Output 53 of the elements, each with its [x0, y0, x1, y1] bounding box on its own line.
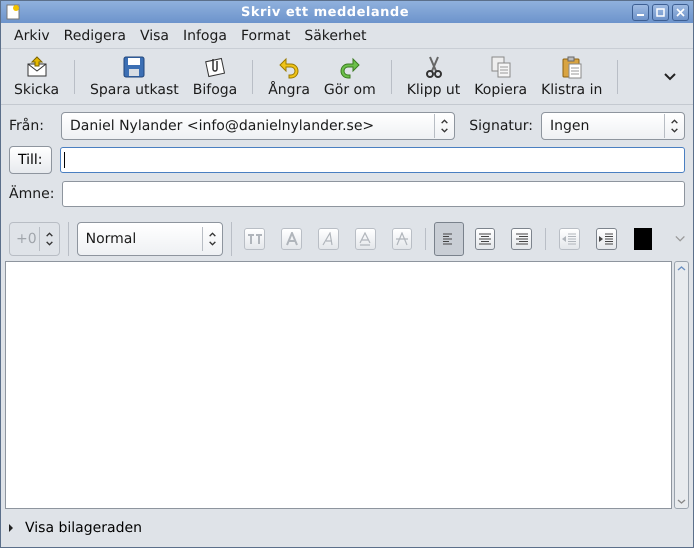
app-icon: [5, 4, 21, 20]
paragraph-dropdown[interactable]: Normal: [76, 222, 223, 256]
outdent-icon: [560, 232, 578, 246]
indent-icon: [597, 232, 616, 246]
minimize-button[interactable]: [632, 4, 649, 20]
menu-item[interactable]: Infoga: [176, 28, 234, 44]
chevron-down-icon: [674, 235, 685, 243]
toolbar-button[interactable]: Klistra in: [534, 55, 610, 98]
align-center-button[interactable]: [474, 228, 496, 250]
menu-item[interactable]: Visa: [132, 28, 176, 44]
minimize-icon: [636, 14, 645, 16]
strikethrough-icon: [396, 232, 408, 246]
underline-icon: [359, 232, 372, 246]
window-title: Skriv ett meddelande: [240, 4, 410, 20]
menu-item[interactable]: Format: [234, 28, 298, 44]
menu-item[interactable]: Arkiv: [7, 28, 57, 44]
subject-label: Ämne:: [9, 186, 54, 202]
toolbar-button[interactable]: Klipp ut: [400, 55, 468, 98]
redo-icon: [338, 55, 362, 79]
maximize-icon: [656, 8, 665, 16]
font-size-icon: [246, 233, 263, 245]
indent-button[interactable]: [596, 228, 617, 250]
triangle-right-icon: [7, 523, 15, 533]
signature-label: Signatur:: [469, 118, 533, 134]
menu-item[interactable]: Säkerhet: [297, 28, 374, 44]
italic-icon: [322, 232, 334, 246]
subject-field[interactable]: [62, 181, 685, 207]
from-label: Från:: [9, 118, 45, 134]
toolbar-button[interactable]: Bifoga: [186, 55, 244, 98]
toolbar-button[interactable]: Spara utkast: [83, 55, 186, 98]
chevron-down-icon: [663, 72, 677, 82]
copy-icon: [488, 55, 513, 79]
scrollbar[interactable]: [674, 261, 689, 509]
signature-dropdown[interactable]: Ingen: [541, 112, 685, 140]
align-right-button[interactable]: [511, 228, 532, 250]
menu-item[interactable]: Redigera: [56, 28, 133, 44]
toolbar-button[interactable]: Skicka: [7, 55, 66, 98]
bold-icon: [286, 232, 298, 246]
text-color-swatch[interactable]: [634, 228, 652, 250]
close-icon: [676, 8, 685, 16]
close-button[interactable]: [672, 4, 689, 20]
undo-icon: [277, 55, 302, 79]
to-field[interactable]: [60, 147, 685, 173]
toolbar-button[interactable]: Kopiera: [467, 55, 534, 98]
align-left-button[interactable]: [434, 222, 464, 256]
maximize-button[interactable]: [652, 4, 669, 20]
from-dropdown[interactable]: Daniel Nylander <info@danielnylander.se>: [61, 112, 456, 140]
envelope-icon: [24, 55, 49, 79]
attachments-toggle[interactable]: Visa bilageraden: [7, 520, 142, 536]
toolbar-button[interactable]: Ångra: [261, 55, 317, 98]
to-button[interactable]: Till:: [9, 146, 52, 174]
toolbar-button[interactable]: Gör om: [316, 55, 383, 98]
clipboard-icon: [560, 55, 584, 79]
